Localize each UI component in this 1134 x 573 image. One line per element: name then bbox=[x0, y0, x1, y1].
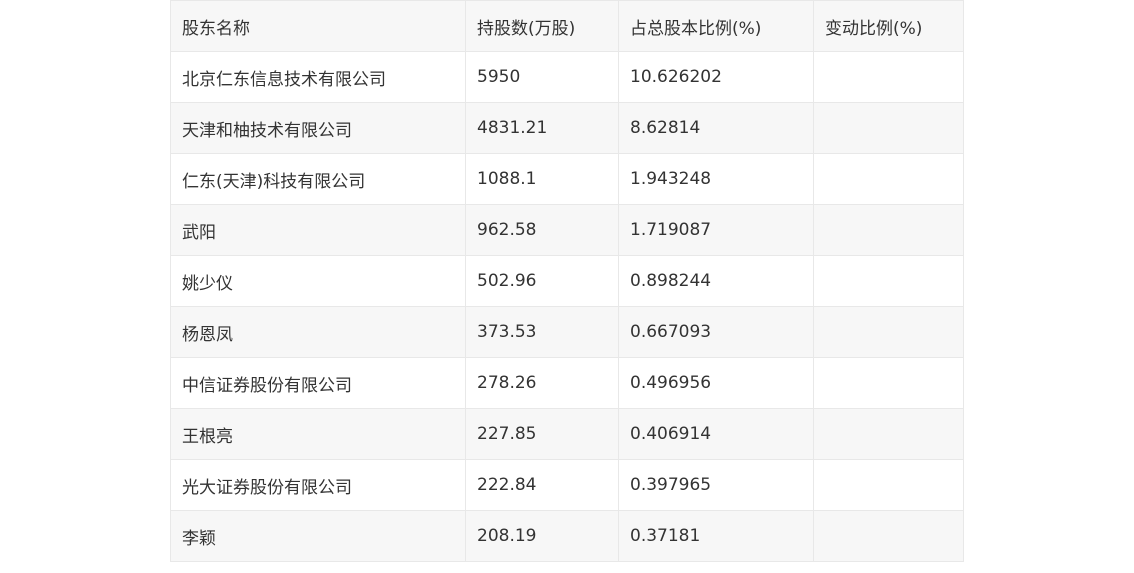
cell-shareholder-name: 天津和柚技术有限公司 bbox=[170, 102, 466, 154]
table-body: 北京仁东信息技术有限公司 5950 10.626202 天津和柚技术有限公司 4… bbox=[170, 51, 964, 562]
table-row: 武阳 962.58 1.719087 bbox=[170, 204, 964, 256]
cell-shares-held: 227.85 bbox=[465, 408, 619, 460]
cell-shares-held: 4831.21 bbox=[465, 102, 619, 154]
cell-shareholder-name: 李颖 bbox=[170, 510, 466, 562]
table-row: 杨恩凤 373.53 0.667093 bbox=[170, 306, 964, 358]
cell-share-ratio: 0.667093 bbox=[618, 306, 814, 358]
cell-change-ratio bbox=[813, 510, 964, 562]
table-row: 仁东(天津)科技有限公司 1088.1 1.943248 bbox=[170, 153, 964, 205]
shareholder-table-container: 股东名称 持股数(万股) 占总股本比例(%) 变动比例(%) 北京仁东信息技术有… bbox=[170, 0, 964, 562]
cell-share-ratio: 0.397965 bbox=[618, 459, 814, 511]
table-row: 光大证券股份有限公司 222.84 0.397965 bbox=[170, 459, 964, 511]
cell-change-ratio bbox=[813, 357, 964, 409]
table-row: 天津和柚技术有限公司 4831.21 8.62814 bbox=[170, 102, 964, 154]
cell-change-ratio bbox=[813, 51, 964, 103]
cell-shareholder-name: 北京仁东信息技术有限公司 bbox=[170, 51, 466, 103]
cell-share-ratio: 0.37181 bbox=[618, 510, 814, 562]
table-row: 王根亮 227.85 0.406914 bbox=[170, 408, 964, 460]
cell-shares-held: 373.53 bbox=[465, 306, 619, 358]
cell-shareholder-name: 武阳 bbox=[170, 204, 466, 256]
table-row: 李颖 208.19 0.37181 bbox=[170, 510, 964, 562]
cell-change-ratio bbox=[813, 306, 964, 358]
header-shareholder-name: 股东名称 bbox=[170, 0, 466, 52]
header-shares-held: 持股数(万股) bbox=[465, 0, 619, 52]
cell-share-ratio: 0.898244 bbox=[618, 255, 814, 307]
table-header: 股东名称 持股数(万股) 占总股本比例(%) 变动比例(%) bbox=[170, 0, 964, 52]
cell-share-ratio: 0.496956 bbox=[618, 357, 814, 409]
header-row: 股东名称 持股数(万股) 占总股本比例(%) 变动比例(%) bbox=[170, 0, 964, 52]
cell-shares-held: 502.96 bbox=[465, 255, 619, 307]
cell-shares-held: 208.19 bbox=[465, 510, 619, 562]
cell-change-ratio bbox=[813, 408, 964, 460]
cell-shareholder-name: 王根亮 bbox=[170, 408, 466, 460]
cell-change-ratio bbox=[813, 153, 964, 205]
cell-share-ratio: 10.626202 bbox=[618, 51, 814, 103]
cell-shareholder-name: 中信证券股份有限公司 bbox=[170, 357, 466, 409]
cell-shares-held: 278.26 bbox=[465, 357, 619, 409]
cell-shares-held: 1088.1 bbox=[465, 153, 619, 205]
table-row: 北京仁东信息技术有限公司 5950 10.626202 bbox=[170, 51, 964, 103]
cell-change-ratio bbox=[813, 459, 964, 511]
cell-shareholder-name: 光大证券股份有限公司 bbox=[170, 459, 466, 511]
cell-shares-held: 222.84 bbox=[465, 459, 619, 511]
cell-share-ratio: 8.62814 bbox=[618, 102, 814, 154]
table-row: 姚少仪 502.96 0.898244 bbox=[170, 255, 964, 307]
cell-shares-held: 5950 bbox=[465, 51, 619, 103]
shareholder-table: 股东名称 持股数(万股) 占总股本比例(%) 变动比例(%) 北京仁东信息技术有… bbox=[170, 0, 964, 562]
cell-shareholder-name: 杨恩凤 bbox=[170, 306, 466, 358]
cell-change-ratio bbox=[813, 255, 964, 307]
table-row: 中信证券股份有限公司 278.26 0.496956 bbox=[170, 357, 964, 409]
cell-change-ratio bbox=[813, 204, 964, 256]
cell-share-ratio: 1.943248 bbox=[618, 153, 814, 205]
cell-change-ratio bbox=[813, 102, 964, 154]
cell-shareholder-name: 仁东(天津)科技有限公司 bbox=[170, 153, 466, 205]
cell-share-ratio: 0.406914 bbox=[618, 408, 814, 460]
cell-share-ratio: 1.719087 bbox=[618, 204, 814, 256]
cell-shares-held: 962.58 bbox=[465, 204, 619, 256]
header-change-ratio: 变动比例(%) bbox=[813, 0, 964, 52]
header-share-ratio: 占总股本比例(%) bbox=[618, 0, 814, 52]
cell-shareholder-name: 姚少仪 bbox=[170, 255, 466, 307]
